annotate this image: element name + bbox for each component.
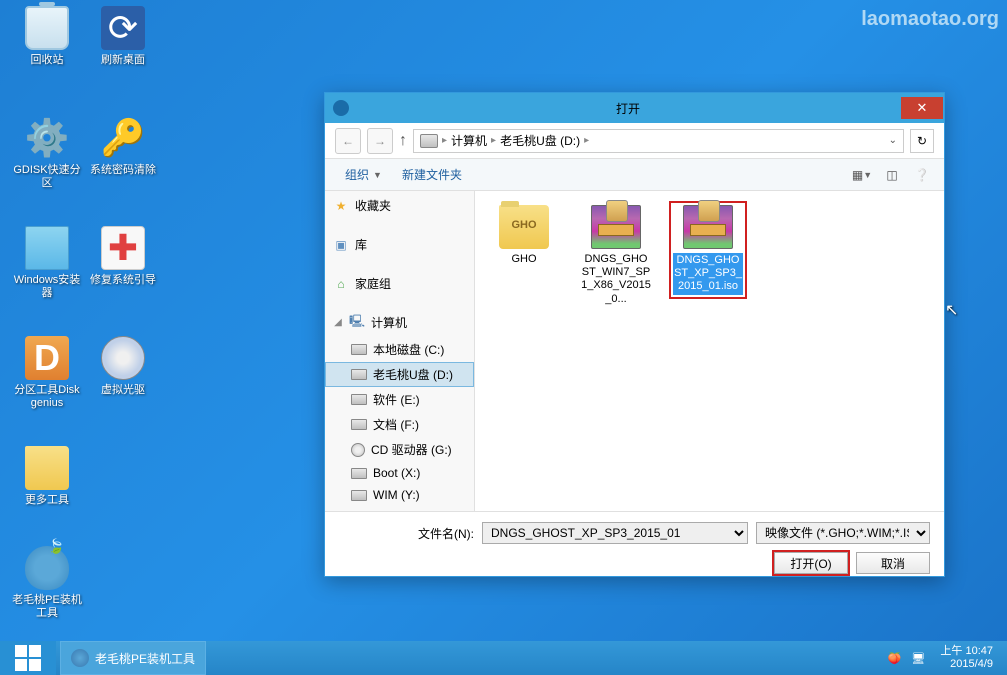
cd-drive-icon [351, 443, 365, 457]
taskbar: 老毛桃PE装机工具 🍑 🖥 上午 10:47 2015/4/9 [0, 641, 1007, 675]
recycle-bin[interactable]: 回收站 [12, 6, 82, 67]
file-win7-iso[interactable]: DNGS_GHOST_WIN7_SP1_X86_V2015_0... [577, 201, 655, 310]
windows-installer[interactable]: Windows安装器 [12, 226, 82, 300]
nav-sidebar: ★收藏夹 ▣库 ⌂家庭组 ◢🖳计算机 本地磁盘 (C:) 老毛桃U盘 (D:) … [325, 191, 475, 511]
key-icon: 🔑 [101, 116, 145, 160]
window-icon [25, 226, 69, 270]
sidebar-homegroup[interactable]: ⌂家庭组 [325, 269, 474, 298]
diskgenius-icon: D [25, 336, 69, 380]
sidebar-drive-x[interactable]: Boot (X:) [325, 462, 474, 484]
drive-icon [351, 369, 367, 380]
virtual-cd[interactable]: 虚拟光驱 [88, 336, 158, 397]
tray-peach-icon[interactable]: 🍑 [886, 650, 902, 666]
new-folder-button[interactable]: 新建文件夹 [392, 162, 472, 187]
drive-icon [351, 468, 367, 479]
peach-icon [25, 546, 69, 590]
nav-bar: ← → ↑ ▸ 计算机 ▸ 老毛桃U盘 (D:) ▸ ⌄ ↻ [325, 123, 944, 159]
path-drive[interactable]: 老毛桃U盘 (D:) [500, 132, 580, 149]
archive-icon [683, 205, 733, 249]
gdisk-partition[interactable]: ⚙️ GDISK快速分区 [12, 116, 82, 190]
medkit-icon: ✚ [101, 226, 145, 270]
titlebar[interactable]: 打开 ✕ [325, 93, 944, 123]
dialog-body: ★收藏夹 ▣库 ⌂家庭组 ◢🖳计算机 本地磁盘 (C:) 老毛桃U盘 (D:) … [325, 191, 944, 511]
more-tools[interactable]: 更多工具 [12, 446, 82, 507]
drive-icon [351, 344, 367, 355]
toolbar: 组织▼ 新建文件夹 ▦ ▼ ◫ ❔ [325, 159, 944, 191]
sidebar-favorites[interactable]: ★收藏夹 [325, 191, 474, 220]
app-icon [71, 649, 89, 667]
drive-icon [351, 490, 367, 501]
folder-icon [25, 446, 69, 490]
file-list[interactable]: GHO GHO DNGS_GHOST_WIN7_SP1_X86_V2015_0.… [475, 191, 944, 511]
start-button[interactable] [0, 641, 56, 675]
app-icon [333, 100, 349, 116]
drive-icon [420, 134, 438, 148]
preview-pane-button[interactable]: ◫ [880, 163, 904, 187]
filename-input[interactable]: DNGS_GHOST_XP_SP3_2015_01 [482, 522, 748, 544]
sidebar-drive-e[interactable]: 软件 (E:) [325, 387, 474, 412]
sidebar-drive-f[interactable]: 文档 (F:) [325, 412, 474, 437]
forward-button[interactable]: → [367, 128, 393, 154]
file-type-filter[interactable]: 映像文件 (*.GHO;*.WIM;*.ISO [756, 522, 930, 544]
sidebar-computer[interactable]: ◢🖳计算机 [325, 308, 474, 337]
sidebar-drive-y[interactable]: WIM (Y:) [325, 484, 474, 506]
close-button[interactable]: ✕ [901, 97, 943, 119]
drive-icon [351, 419, 367, 430]
organize-button[interactable]: 组织▼ [335, 162, 392, 187]
archive-icon [591, 205, 641, 249]
sys-password-clear[interactable]: 🔑 系统密码清除 [88, 116, 158, 177]
file-xp-iso[interactable]: DNGS_GHOST_XP_SP3_2015_01.iso [669, 201, 747, 299]
open-file-dialog: 打开 ✕ ← → ↑ ▸ 计算机 ▸ 老毛桃U盘 (D:) ▸ ⌄ ↻ 组织▼ … [324, 92, 945, 577]
path-dropdown[interactable]: ⌄ [889, 135, 897, 146]
open-button[interactable]: 打开(O) [774, 552, 848, 574]
repair-boot[interactable]: ✚ 修复系统引导 [88, 226, 158, 287]
sidebar-drive-c[interactable]: 本地磁盘 (C:) [325, 337, 474, 362]
cancel-button[interactable]: 取消 [856, 552, 930, 574]
drive-icon [351, 394, 367, 405]
recycle-icon [25, 6, 69, 50]
back-button[interactable]: ← [335, 128, 361, 154]
file-gho-folder[interactable]: GHO GHO [485, 201, 563, 270]
dialog-title: 打开 [355, 100, 901, 117]
sidebar-drive-g[interactable]: CD 驱动器 (G:) [325, 437, 474, 462]
address-bar[interactable]: ▸ 计算机 ▸ 老毛桃U盘 (D:) ▸ ⌄ [413, 129, 904, 153]
clock[interactable]: 上午 10:47 2015/4/9 [934, 645, 999, 671]
view-mode-button[interactable]: ▦ ▼ [850, 163, 874, 187]
dialog-footer: 文件名(N): DNGS_GHOST_XP_SP3_2015_01 映像文件 (… [325, 511, 944, 592]
taskbar-app-button[interactable]: 老毛桃PE装机工具 [60, 641, 206, 675]
sidebar-drive-d[interactable]: 老毛桃U盘 (D:) [325, 362, 474, 387]
refresh-icon: ⟳ [101, 6, 145, 50]
start-icon [15, 645, 41, 671]
diskgenius[interactable]: D 分区工具Diskgenius [12, 336, 82, 410]
up-button[interactable]: ↑ [399, 132, 407, 150]
pe-install-tool[interactable]: 老毛桃PE装机工具 [12, 546, 82, 620]
refresh-button[interactable]: ↻ [910, 129, 934, 153]
help-button[interactable]: ❔ [910, 163, 934, 187]
system-tray: 🍑 🖥 上午 10:47 2015/4/9 [878, 641, 1007, 675]
tray-display-icon[interactable]: 🖥 [910, 650, 926, 666]
gear-icon: ⚙️ [25, 116, 69, 160]
filename-label: 文件名(N): [418, 525, 474, 542]
cd-icon [101, 336, 145, 380]
sidebar-libraries[interactable]: ▣库 [325, 230, 474, 259]
folder-icon: GHO [499, 205, 549, 249]
refresh-desktop[interactable]: ⟳ 刷新桌面 [88, 6, 158, 67]
path-computer[interactable]: 计算机 [451, 132, 487, 149]
